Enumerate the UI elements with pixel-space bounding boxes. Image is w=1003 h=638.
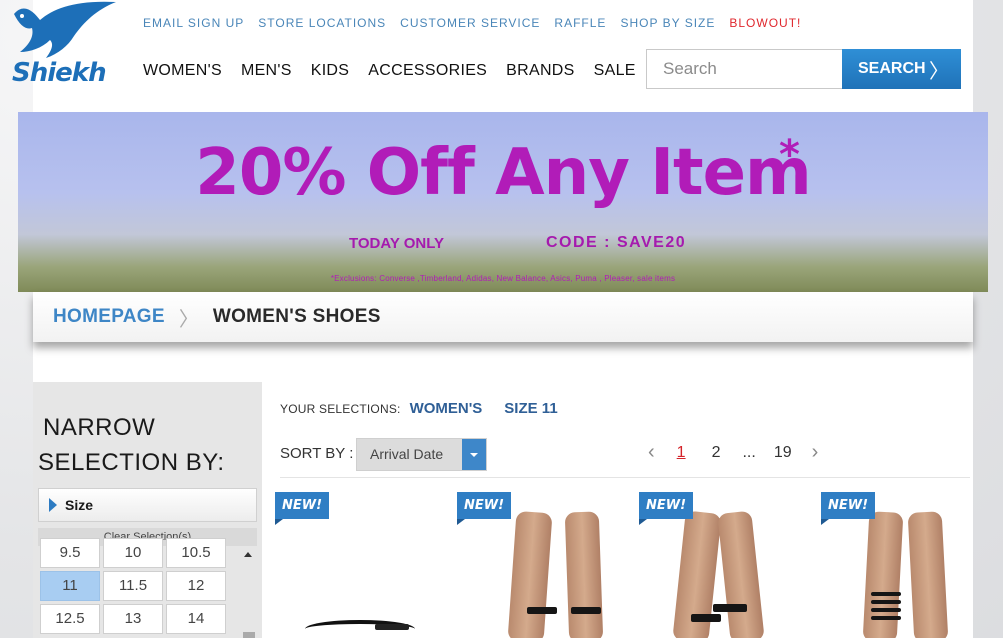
product-card[interactable]: NEW! (821, 492, 991, 638)
nav-sale[interactable]: SALE (594, 62, 636, 80)
search-button[interactable]: SEARCH 〉 (842, 49, 961, 89)
size-option[interactable]: 12 (166, 571, 226, 601)
nav-mens[interactable]: MEN'S (241, 62, 292, 80)
product-image-leg (564, 511, 604, 638)
promo-headline: 20% Off Any Item (195, 136, 811, 210)
your-selections: YOUR SELECTIONS: WOMEN'S SIZE 11 (280, 400, 580, 417)
product-image-leg (907, 511, 949, 638)
narrow-title-line2: SELECTION BY: (38, 449, 225, 476)
page-link-current[interactable]: 1 (677, 444, 686, 462)
product-image (507, 510, 553, 638)
store-locations-link[interactable]: STORE LOCATIONS (258, 16, 386, 30)
sort-dropdown[interactable]: Arrival Date (356, 438, 487, 471)
product-image-strap (871, 608, 901, 612)
selections-label: YOUR SELECTIONS: (280, 402, 401, 416)
new-badge: NEW! (821, 492, 875, 525)
raffle-link[interactable]: RAFFLE (554, 16, 606, 30)
breadcrumb: HOMEPAGE 〉 WOMEN'S SHOES (33, 292, 973, 342)
shiekh-logo[interactable]: Shiekh (4, 0, 120, 92)
product-image-strap (871, 616, 901, 620)
shop-by-size-link[interactable]: SHOP BY SIZE (620, 16, 715, 30)
size-option[interactable]: 10 (103, 538, 163, 568)
promo-fine-print: *Exclusions: Converse ,Timberland, Adida… (330, 274, 676, 283)
narrow-selection-title: NARROW SELECTION BY: (38, 410, 225, 480)
product-image-strap (375, 624, 409, 630)
scrollbar-thumb[interactable] (243, 632, 255, 638)
new-badge: NEW! (457, 492, 511, 525)
chevron-down-icon[interactable] (462, 439, 486, 470)
size-scrollbar[interactable] (243, 546, 255, 638)
chevron-right-icon: 〉 (929, 60, 949, 83)
nav-kids[interactable]: KIDS (311, 62, 350, 80)
sort-label: SORT BY : (280, 445, 354, 462)
search-bar: SEARCH 〉 (646, 49, 961, 89)
logo-wordmark: Shiekh (12, 58, 107, 88)
nav-womens[interactable]: WOMEN'S (143, 62, 222, 80)
selection-tag-womens[interactable]: WOMEN'S (410, 400, 483, 417)
product-card[interactable]: NEW! (639, 492, 809, 638)
product-image-leg (717, 510, 765, 638)
product-image-strap (871, 600, 901, 604)
breadcrumb-current: WOMEN'S SHOES (212, 306, 381, 327)
product-image-strap (527, 607, 557, 614)
product-image-strap (871, 592, 901, 596)
expand-triangle-icon (49, 498, 57, 512)
size-option[interactable]: 9.5 (40, 538, 100, 568)
prev-page-icon[interactable]: ‹ (648, 441, 655, 464)
breadcrumb-separator-icon: 〉 (178, 308, 199, 331)
size-grid: 9.5 10 10.5 11 11.5 12 12.5 13 14 (40, 538, 240, 634)
scroll-up-arrow-icon[interactable] (244, 552, 252, 557)
size-filter-header[interactable]: Size (38, 488, 257, 522)
page-link[interactable]: 2 (712, 444, 721, 462)
nav-accessories[interactable]: ACCESSORIES (368, 62, 487, 80)
page-ellipsis: ... (742, 443, 756, 461)
new-badge: NEW! (275, 492, 329, 525)
filter-sidebar: NARROW SELECTION BY: Size Clear Selectio… (33, 382, 262, 638)
promo-banner[interactable]: 20% Off Any Item * TODAY ONLY CODE : SAV… (18, 112, 988, 292)
selection-tag-size[interactable]: SIZE 11 (504, 400, 557, 417)
promo-asterisk: * (779, 132, 800, 178)
divider (280, 477, 970, 478)
product-image-strap (571, 607, 601, 614)
size-option[interactable]: 11.5 (103, 571, 163, 601)
search-input[interactable] (646, 49, 842, 89)
size-option[interactable]: 13 (103, 604, 163, 634)
product-card[interactable]: NEW! (457, 492, 627, 638)
product-image-strap (713, 604, 747, 612)
promo-code: CODE : SAVE20 (546, 234, 687, 251)
narrow-title-line1: NARROW (43, 414, 156, 441)
nav-brands[interactable]: BRANDS (506, 62, 574, 80)
product-image-strap (691, 614, 721, 622)
size-filter-label: Size (65, 497, 94, 513)
size-option-selected[interactable]: 11 (40, 571, 100, 601)
blowout-link[interactable]: BLOWOUT! (729, 16, 801, 30)
page-link-last[interactable]: 19 (774, 444, 792, 462)
email-signup-link[interactable]: EMAIL SIGN UP (143, 16, 244, 30)
new-badge: NEW! (639, 492, 693, 525)
size-option[interactable]: 10.5 (166, 538, 226, 568)
sort-value: Arrival Date (370, 446, 444, 462)
next-page-icon[interactable]: › (812, 441, 819, 464)
breadcrumb-home-link[interactable]: HOMEPAGE (53, 306, 165, 328)
size-option[interactable]: 12.5 (40, 604, 100, 634)
size-option[interactable]: 14 (166, 604, 226, 634)
pagination: ‹ 1 2 ... 19 › (648, 441, 818, 464)
utility-nav: EMAIL SIGN UP STORE LOCATIONS CUSTOMER S… (143, 16, 801, 30)
product-card[interactable]: NEW! (275, 492, 445, 638)
main-nav: WOMEN'S MEN'S KIDS ACCESSORIES BRANDS SA… (143, 62, 636, 80)
promo-today-only: TODAY ONLY (349, 235, 445, 252)
search-button-label: SEARCH (858, 60, 926, 77)
customer-service-link[interactable]: CUSTOMER SERVICE (400, 16, 540, 30)
